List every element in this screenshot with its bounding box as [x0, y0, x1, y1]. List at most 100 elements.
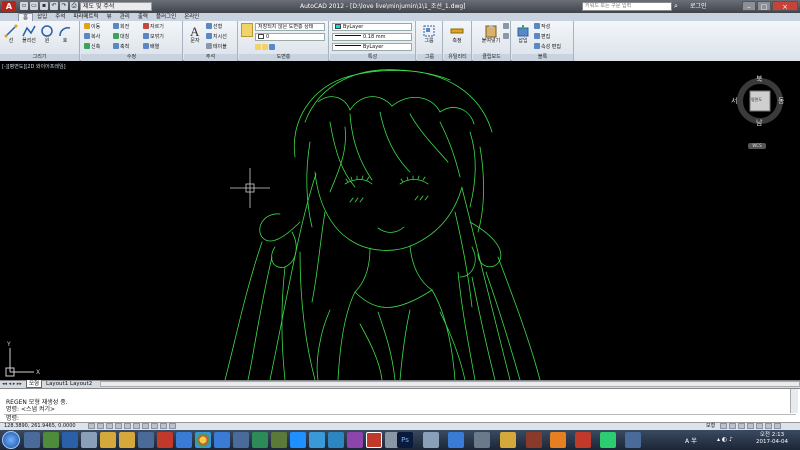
viewcube-east[interactable]: 동	[778, 96, 784, 106]
application-menu-button[interactable]: A	[2, 1, 16, 12]
taskbar-app20-icon[interactable]	[625, 432, 641, 448]
line-button[interactable]: 선	[2, 23, 20, 52]
edit-attributes-button[interactable]: 속성 편집	[534, 43, 561, 51]
osnap-toggle[interactable]	[124, 423, 131, 429]
copy-clip-icon[interactable]	[503, 33, 510, 41]
zoom-icon[interactable]	[738, 423, 745, 429]
linear-dim-button[interactable]: 선형	[206, 23, 222, 31]
taskbar-ie-icon[interactable]	[214, 432, 230, 448]
snap-toggle[interactable]	[88, 423, 95, 429]
taskbar-autocad-icon[interactable]	[366, 432, 382, 448]
save-icon[interactable]: ▪	[40, 2, 48, 10]
grid-toggle[interactable]	[97, 423, 104, 429]
taskbar-app8-icon[interactable]	[309, 432, 325, 448]
fillet-button[interactable]: 모깎기	[143, 33, 164, 41]
redo-icon[interactable]: ↷	[60, 2, 68, 10]
scale-button[interactable]: 축척	[113, 43, 129, 51]
restore-button[interactable]: □	[757, 1, 771, 11]
circle-button[interactable]: 원	[38, 23, 56, 52]
text-button[interactable]: A 문자	[186, 23, 204, 52]
minimize-button[interactable]: –	[742, 1, 756, 11]
close-button[interactable]: ×	[772, 1, 798, 11]
open-file-icon[interactable]: ▭	[30, 2, 38, 10]
drawing-canvas[interactable]: Y X	[0, 62, 800, 380]
lineweight-dropdown[interactable]: 0.18 mm	[332, 33, 412, 41]
tpy-toggle[interactable]	[169, 423, 176, 429]
taskbar-app15-icon[interactable]	[500, 432, 516, 448]
edit-block-button[interactable]: 편집	[534, 33, 550, 41]
command-scrollbar[interactable]	[790, 389, 798, 413]
viewcube[interactable]: 북 남 동 서 평면도	[731, 74, 785, 127]
copy-button[interactable]: 복사	[84, 33, 100, 41]
mirror-button[interactable]: 대칭	[113, 33, 129, 41]
tab-online[interactable]: 온라인	[180, 13, 203, 21]
ducs-toggle[interactable]	[142, 423, 149, 429]
color-dropdown[interactable]: ByLayer	[332, 23, 412, 31]
tray-icons[interactable]: ▴ ◐ ♪	[717, 436, 733, 443]
tab-manage[interactable]: 관리	[116, 13, 134, 21]
polar-toggle[interactable]	[115, 423, 122, 429]
otrack-toggle[interactable]	[133, 423, 140, 429]
taskbar-media-icon[interactable]	[138, 432, 154, 448]
login-button[interactable]: 로그인	[690, 2, 720, 11]
taskbar-app16-icon[interactable]	[526, 432, 542, 448]
dyn-toggle[interactable]	[151, 423, 158, 429]
taskbar-minecraft-icon[interactable]	[271, 432, 287, 448]
viewcube-north[interactable]: 북	[756, 74, 762, 84]
taskbar-app17-icon[interactable]	[550, 432, 566, 448]
trim-button[interactable]: 자르기	[143, 23, 164, 31]
tab-layout1[interactable]: Layout1	[44, 380, 70, 388]
print-icon[interactable]: ⎙	[70, 2, 78, 10]
command-input[interactable]: 명령:	[4, 414, 796, 422]
tab-annotate[interactable]: 주석	[51, 13, 69, 21]
taskbar-app12-icon[interactable]	[423, 432, 439, 448]
stretch-button[interactable]: 신축	[84, 43, 100, 51]
layout-nav-arrows[interactable]: ◂◂ ◂ ▸ ▸▸	[2, 381, 24, 388]
tab-layout2[interactable]: Layout2	[68, 380, 94, 388]
taskbar-app13-icon[interactable]	[448, 432, 464, 448]
new-file-icon[interactable]: ▫	[20, 2, 28, 10]
undo-icon[interactable]: ↶	[50, 2, 58, 10]
layer-properties-icon[interactable]	[241, 23, 253, 37]
layer-tools-icons[interactable]	[255, 44, 276, 52]
tab-output[interactable]: 출력	[134, 13, 152, 21]
layer-current-dropdown[interactable]: 0	[255, 33, 325, 41]
create-block-button[interactable]: 작성	[534, 23, 550, 31]
measure-button[interactable]: 측정	[448, 23, 466, 52]
wcs-menu[interactable]: WCS	[748, 143, 766, 149]
viewcube-top-face[interactable]: 평면도	[751, 97, 762, 103]
insert-block-button[interactable]: 삽입	[514, 23, 532, 52]
taskbar-explorer-icon[interactable]	[119, 432, 135, 448]
taskbar-app3-icon[interactable]	[157, 432, 173, 448]
move-button[interactable]: 이동	[84, 23, 100, 31]
taskbar-app7-icon[interactable]	[290, 432, 306, 448]
taskbar-app5-icon[interactable]	[233, 432, 249, 448]
annotation-scale-icon[interactable]	[747, 423, 754, 429]
tab-model[interactable]: 모형	[26, 380, 43, 388]
table-button[interactable]: 테이블	[206, 43, 227, 51]
taskbar-folder-icon[interactable]	[100, 432, 116, 448]
array-button[interactable]: 배열	[143, 43, 159, 51]
leader-button[interactable]: 지시선	[206, 33, 227, 41]
tab-view[interactable]: 뷰	[103, 13, 116, 21]
workspace-switch-icon[interactable]	[756, 423, 763, 429]
taskbar-app6-icon[interactable]	[252, 432, 268, 448]
lwt-toggle[interactable]	[160, 423, 167, 429]
group-button[interactable]: 그룹	[420, 23, 438, 52]
ortho-toggle[interactable]	[106, 423, 113, 429]
paste-button[interactable]: 붙여넣기	[477, 23, 505, 52]
clean-screen-icon[interactable]	[774, 423, 781, 429]
horizontal-scrollbar[interactable]	[100, 381, 800, 387]
lock-icon[interactable]	[765, 423, 772, 429]
taskbar-hancom-icon[interactable]	[24, 432, 40, 448]
search-input[interactable]: 키워드 또는 구문 입력	[582, 2, 672, 11]
arc-button[interactable]: 호	[56, 23, 74, 52]
workspace-dropdown[interactable]: 제도 및 주석	[80, 2, 152, 11]
quick-view-layouts-icon[interactable]	[720, 423, 727, 429]
taskbar-word-icon[interactable]	[62, 432, 78, 448]
taskbar-photoshop-icon[interactable]: Ps	[397, 432, 413, 448]
viewcube-west[interactable]: 서	[731, 96, 737, 106]
taskbar-app-icon[interactable]	[43, 432, 59, 448]
layer-state-dropdown[interactable]: 저장되지 않은 도면층 상태	[255, 23, 325, 31]
tab-parametric[interactable]: 파라메트릭	[69, 13, 102, 21]
